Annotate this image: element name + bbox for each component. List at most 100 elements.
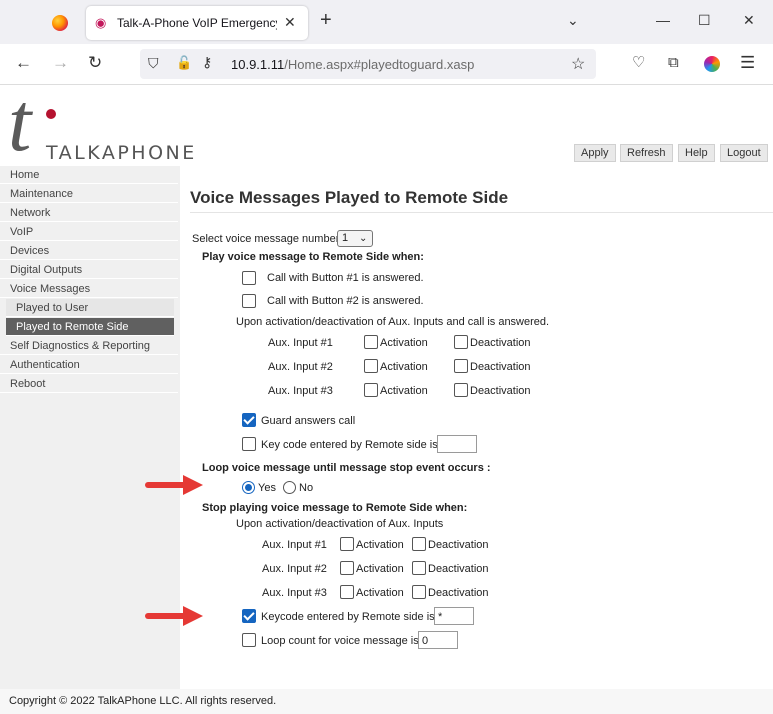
- stop-keycode-label: Keycode entered by Remote side is: [261, 611, 435, 623]
- play-aux1-deactivation-checkbox[interactable]: [454, 335, 468, 349]
- keycode-label: Key code entered by Remote side is: [261, 439, 438, 451]
- stop-aux2-label: Aux. Input #2: [262, 563, 327, 575]
- logo-dot: [46, 109, 56, 119]
- play-aux1-deactivation-label: Deactivation: [470, 337, 531, 349]
- stop-aux1-deactivation-checkbox[interactable]: [412, 537, 426, 551]
- message-number-select[interactable]: 1 ⌄: [337, 230, 373, 247]
- loop-heading: Loop voice message until message stop ev…: [202, 462, 491, 474]
- keycode-checkbox[interactable]: [242, 437, 256, 451]
- sidebar-item-home[interactable]: Home: [0, 166, 178, 184]
- sidebar-item-digital-outputs[interactable]: Digital Outputs: [0, 261, 178, 279]
- sidebar-item-devices[interactable]: Devices: [0, 242, 178, 260]
- annotation-arrow-icon: [145, 606, 203, 626]
- reload-icon[interactable]: ↻: [88, 53, 102, 73]
- pocket-icon[interactable]: ♡: [632, 53, 645, 73]
- url-text[interactable]: 10.9.1.11/Home.aspx#playedtoguard.xasp: [231, 57, 474, 72]
- back-icon[interactable]: ←: [15, 53, 32, 73]
- sidebar-item-authentication[interactable]: Authentication: [0, 356, 178, 374]
- menu-icon[interactable]: ☰: [740, 53, 755, 73]
- call-button2-label: Call with Button #2 is answered.: [267, 295, 424, 307]
- play-aux3-deactivation-checkbox[interactable]: [454, 383, 468, 397]
- apply-button[interactable]: Apply: [574, 144, 616, 162]
- chevron-down-icon: ⌄: [359, 233, 368, 244]
- loop-yes-label: Yes: [258, 482, 276, 494]
- play-aux3-deactivation-label: Deactivation: [470, 385, 531, 397]
- maximize-icon[interactable]: ☐: [698, 12, 711, 29]
- stop-aux2-activation-label: Activation: [356, 563, 404, 575]
- play-aux3-label: Aux. Input #3: [268, 385, 333, 397]
- new-tab-icon[interactable]: +: [320, 10, 332, 30]
- stop-aux1-label: Aux. Input #1: [262, 539, 327, 551]
- forward-icon[interactable]: →: [52, 53, 69, 73]
- page-content: t TALKAPHONE Apply Refresh Help Logout H…: [0, 81, 773, 714]
- sidebar-item-voice-messages[interactable]: Voice Messages: [0, 280, 178, 298]
- logout-button[interactable]: Logout: [720, 144, 768, 162]
- sidebar-item-reboot[interactable]: Reboot: [0, 375, 178, 393]
- stop-aux3-deactivation-checkbox[interactable]: [412, 585, 426, 599]
- play-aux2-activation-checkbox[interactable]: [364, 359, 378, 373]
- sidebar-item-maintenance[interactable]: Maintenance: [0, 185, 178, 203]
- loop-count-input[interactable]: 0: [418, 631, 458, 649]
- loop-no-radio[interactable]: [283, 481, 296, 494]
- shield-icon[interactable]: ⛉: [148, 55, 159, 72]
- window-close-icon[interactable]: ✕: [743, 12, 755, 29]
- color-extension-icon[interactable]: [704, 56, 720, 72]
- sidebar-item-played-to-user[interactable]: Played to User: [6, 299, 174, 317]
- call-button1-checkbox[interactable]: [242, 271, 256, 285]
- bookmark-star-icon[interactable]: ☆: [571, 54, 585, 74]
- insecure-lock-icon[interactable]: 🔓: [176, 55, 192, 71]
- talkaphone-logo-t: t: [8, 76, 32, 169]
- stop-aux1-activation-label: Activation: [356, 539, 404, 551]
- footer: Copyright © 2022 TalkAPhone LLC. All rig…: [0, 689, 773, 714]
- stop-keycode-checkbox[interactable]: [242, 609, 256, 623]
- loop-yes-radio[interactable]: [242, 481, 255, 494]
- stop-aux2-deactivation-label: Deactivation: [428, 563, 489, 575]
- firefox-logo-icon: [52, 15, 68, 31]
- play-aux3-activation-checkbox[interactable]: [364, 383, 378, 397]
- stop-aux1-activation-checkbox[interactable]: [340, 537, 354, 551]
- stop-keycode-input[interactable]: *: [434, 607, 474, 625]
- url-bar[interactable]: ⛉ 🔓 ⚷ 10.9.1.11/Home.aspx#playedtoguard.…: [140, 49, 596, 79]
- loop-count-label: Loop count for voice message is: [261, 635, 419, 647]
- play-aux2-label: Aux. Input #2: [268, 361, 333, 373]
- sidebar-item-played-to-remote-side[interactable]: Played to Remote Side: [6, 318, 174, 336]
- tab-favicon-icon: ◉: [95, 15, 107, 30]
- tab-close-icon[interactable]: ✕: [284, 14, 296, 31]
- guard-answers-label: Guard answers call: [261, 415, 356, 427]
- copyright-text: Copyright © 2022 TalkAPhone LLC. All rig…: [9, 695, 277, 707]
- page-title: Voice Messages Played to Remote Side: [190, 188, 509, 207]
- annotation-arrow-icon: [145, 475, 203, 495]
- play-aux2-deactivation-label: Deactivation: [470, 361, 531, 373]
- upon-call-label: Upon activation/deactivation of Aux. Inp…: [236, 316, 550, 328]
- minimize-icon[interactable]: —: [656, 12, 670, 28]
- extensions-icon[interactable]: ⧉: [668, 53, 679, 73]
- play-aux1-label: Aux. Input #1: [268, 337, 333, 349]
- sidebar-item-voip[interactable]: VoIP: [0, 223, 178, 241]
- play-aux2-deactivation-checkbox[interactable]: [454, 359, 468, 373]
- stop-aux2-activation-checkbox[interactable]: [340, 561, 354, 575]
- play-aux1-activation-checkbox[interactable]: [364, 335, 378, 349]
- browser-tab-bar: ◉ Talk-A-Phone VoIP Emergency Ph ✕ + ⌄ —…: [0, 0, 773, 44]
- stop-aux2-deactivation-checkbox[interactable]: [412, 561, 426, 575]
- key-icon[interactable]: ⚷: [202, 54, 212, 71]
- select-message-label: Select voice message number: [192, 233, 340, 245]
- play-aux1-activation-label: Activation: [380, 337, 428, 349]
- help-button[interactable]: Help: [678, 144, 715, 162]
- refresh-button[interactable]: Refresh: [620, 144, 673, 162]
- tab-list-chevron-icon[interactable]: ⌄: [567, 12, 579, 29]
- upon-stop-label: Upon activation/deactivation of Aux. Inp…: [236, 518, 444, 530]
- logo-text: TALKAPHONE: [46, 142, 197, 164]
- browser-tab-active[interactable]: ◉ Talk-A-Phone VoIP Emergency Ph ✕: [86, 6, 308, 40]
- play-aux2-activation-label: Activation: [380, 361, 428, 373]
- loop-count-checkbox[interactable]: [242, 633, 256, 647]
- keycode-input[interactable]: [437, 435, 477, 453]
- call-button2-checkbox[interactable]: [242, 294, 256, 308]
- stop-aux3-activation-checkbox[interactable]: [340, 585, 354, 599]
- firefox-tab-icon[interactable]: [47, 10, 73, 36]
- stop-aux1-deactivation-label: Deactivation: [428, 539, 489, 551]
- stop-heading: Stop playing voice message to Remote Sid…: [202, 502, 468, 514]
- guard-answers-checkbox[interactable]: [242, 413, 256, 427]
- sidebar-item-self-diagnostics[interactable]: Self Diagnostics & Reporting: [0, 337, 178, 355]
- message-number-value: 1: [342, 232, 349, 244]
- sidebar-item-network[interactable]: Network: [0, 204, 178, 222]
